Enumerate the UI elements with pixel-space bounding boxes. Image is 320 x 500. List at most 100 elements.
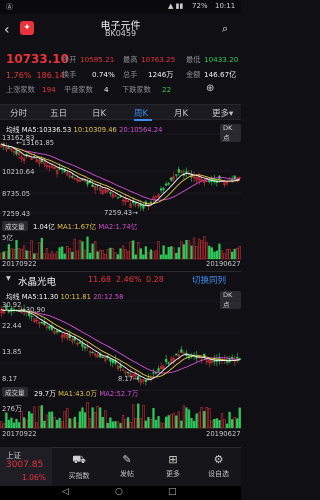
- chart1-low-label: 7259.43→: [104, 209, 138, 217]
- volume-bar: [170, 414, 173, 429]
- volume-bar: [76, 422, 79, 429]
- field-value-open: 10585.21: [80, 55, 115, 64]
- candle: [165, 183, 168, 186]
- volume-bar: [22, 417, 26, 429]
- volume-bar: [2, 423, 5, 429]
- volume-bar: [0, 421, 3, 429]
- tab-month-k[interactable]: 月K: [174, 107, 188, 119]
- volume-bar: [5, 251, 8, 260]
- nav-buy-index[interactable]: ⛟ 买指数: [56, 447, 102, 486]
- volume-bar: [63, 411, 66, 429]
- volume-bar: [43, 253, 46, 260]
- volume-bar: [50, 251, 54, 260]
- volume-bar: [7, 244, 11, 260]
- volume-bar: [233, 248, 236, 260]
- updown-label: 下跌家数: [122, 85, 151, 94]
- stock2-pct: 2.46%: [116, 275, 142, 284]
- volume-bar: [137, 403, 140, 429]
- volume-bar: [157, 241, 160, 260]
- tab-week-k[interactable]: 周K: [134, 107, 148, 119]
- volume-bar: [68, 248, 71, 260]
- period-tabs: 分时 五日 日K 周K 月K 更多▾: [0, 104, 241, 121]
- candle: [177, 169, 180, 173]
- recents-square-icon[interactable]: □: [168, 487, 177, 497]
- nav-post[interactable]: ✎ 发帖: [104, 447, 150, 486]
- stock2-toggle-icon[interactable]: ▾: [6, 273, 11, 284]
- volume-bar: [93, 412, 97, 429]
- volume-bar: [93, 241, 97, 260]
- volume-bar: [35, 422, 38, 429]
- volume-bar: [45, 414, 49, 429]
- field-label: 总手: [123, 70, 138, 79]
- volume-bar: [187, 409, 191, 429]
- candle: [126, 371, 130, 374]
- chart2-date-end: 20190627: [206, 430, 241, 438]
- index-value: 3007.85: [6, 460, 44, 470]
- index-ticker[interactable]: 上证 3007.85 1.06%: [0, 447, 52, 486]
- volume-bar: [142, 254, 145, 260]
- chart2-volume-button[interactable]: 成交量: [2, 387, 28, 397]
- candle: [119, 195, 122, 198]
- volume-bar: [147, 252, 150, 260]
- volume-bar: [40, 237, 43, 260]
- volume-bar: [177, 247, 180, 260]
- volume-bar: [132, 404, 135, 429]
- volume-bar: [91, 243, 94, 260]
- candle: [7, 310, 11, 313]
- system-nav-bar: ◁ ○ □: [0, 486, 241, 500]
- candle: [30, 315, 33, 318]
- back-triangle-icon[interactable]: ◁: [62, 487, 69, 497]
- volume-bar: [38, 242, 41, 260]
- candle: [55, 330, 59, 333]
- volume-bar: [154, 419, 158, 429]
- active-tab-indicator: [134, 119, 152, 121]
- volume-bar: [238, 246, 241, 260]
- volume-bar: [147, 417, 150, 429]
- volume-bar: [139, 418, 142, 429]
- tab-more[interactable]: 更多▾: [212, 107, 233, 119]
- volume-bar: [198, 238, 201, 260]
- volume-bar: [134, 254, 137, 260]
- volume-bar: [210, 247, 213, 260]
- candle: [119, 365, 122, 369]
- volume-bar: [114, 252, 117, 260]
- home-circle-icon[interactable]: ○: [115, 487, 123, 497]
- volume-bar: [30, 413, 33, 429]
- tab-day-k[interactable]: 日K: [92, 107, 106, 119]
- volume-bar: [45, 248, 49, 260]
- volume-bar: [63, 253, 66, 260]
- board-change: 1.76% 186.14: [6, 71, 65, 80]
- volume-bar: [22, 245, 26, 260]
- search-icon[interactable]: ⌕: [222, 22, 228, 36]
- nav-add-watchlist[interactable]: ⚙ 设自选: [196, 447, 241, 486]
- candle: [170, 177, 173, 181]
- volume-bar: [152, 408, 155, 429]
- candle: [7, 147, 11, 149]
- chart2-axis-2: 22.44: [2, 322, 22, 330]
- switch-same-list-button[interactable]: 切换同列: [192, 274, 226, 286]
- volume-bar: [172, 247, 175, 260]
- volume-bar: [149, 249, 153, 260]
- volume-bar: [144, 246, 148, 260]
- pen-icon: ✎: [122, 453, 132, 466]
- volume-bar: [180, 241, 183, 260]
- candle: [152, 372, 155, 374]
- field-label: 换手: [62, 70, 77, 79]
- volume-bar: [116, 254, 120, 260]
- volume-bar: [111, 421, 115, 429]
- field-label: 最低: [186, 55, 201, 64]
- tab-five-day[interactable]: 五日: [50, 107, 67, 119]
- volume-bar: [165, 254, 168, 260]
- expand-icon[interactable]: ⊕: [206, 83, 214, 94]
- volume-bar: [15, 239, 18, 260]
- chart2-low-label: 8.17→: [118, 375, 139, 383]
- volume-bar: [159, 422, 163, 429]
- cart-icon: ⛟: [72, 453, 86, 466]
- tab-intraday[interactable]: 分时: [10, 107, 27, 119]
- volume-bar: [233, 416, 236, 429]
- volume-bar: [126, 251, 130, 260]
- nav-more[interactable]: ⊞ 更多: [150, 447, 196, 486]
- candle: [175, 353, 178, 356]
- candle: [15, 150, 18, 155]
- volume-bar: [137, 242, 140, 260]
